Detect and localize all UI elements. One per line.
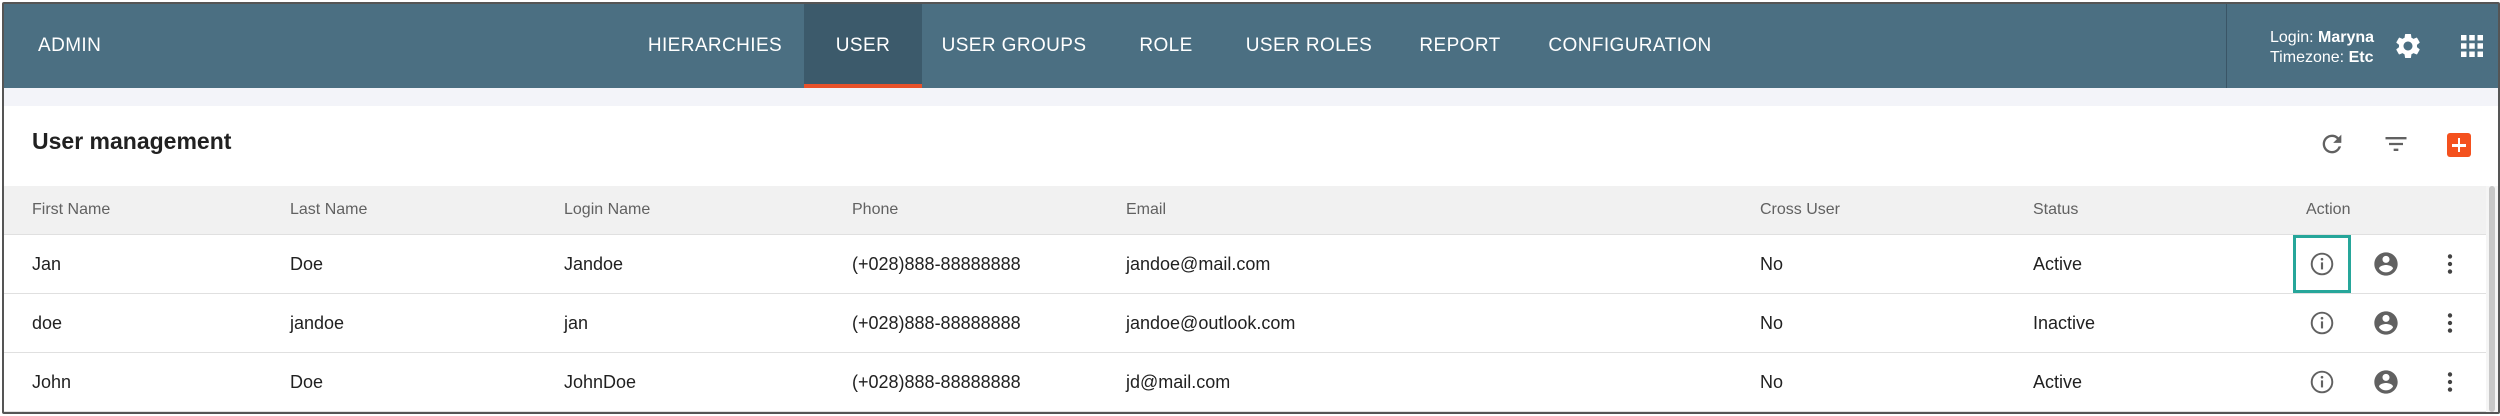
column-header-action: Action: [2306, 201, 2351, 218]
login-label: Login:: [2270, 29, 2314, 46]
page-title: User management: [32, 128, 232, 154]
nav-tab-hierarchies[interactable]: HIERARCHIES: [634, 4, 796, 88]
cell-status: Active: [2033, 372, 2083, 392]
nav-tab-configuration[interactable]: CONFIGURATION: [1544, 4, 1716, 88]
cell-status: Active: [2033, 254, 2083, 274]
filter-icon[interactable]: [2378, 126, 2414, 162]
cell-phone: (+028)888-88888888: [852, 372, 1021, 392]
column-header-cross-user[interactable]: Cross User: [1760, 186, 1840, 234]
brand-label: ADMIN: [38, 35, 102, 56]
more-vert-icon[interactable]: [2434, 307, 2466, 339]
table-scrollbar[interactable]: [2486, 186, 2498, 412]
cell-first-name: doe: [32, 313, 63, 333]
cell-login-name: Jandoe: [564, 254, 624, 274]
timezone-label: Timezone:: [2270, 49, 2345, 66]
table-header: First Name Last Name Login Name Phone Em…: [4, 186, 2486, 235]
table-row[interactable]: John Doe JohnDoe (+028)888-88888888 jd@m…: [4, 353, 2486, 412]
cell-cross-user: No: [1760, 254, 1784, 274]
apps-grid-icon[interactable]: [2458, 32, 2486, 60]
column-header-status[interactable]: Status: [2033, 186, 2078, 234]
account-icon[interactable]: [2370, 248, 2402, 280]
cell-last-name: jandoe: [290, 313, 345, 333]
timezone-value: Etc: [2348, 49, 2374, 66]
cell-email: jandoe@outlook.com: [1126, 313, 1296, 333]
cell-cross-user: No: [1760, 372, 1784, 392]
cell-login-name: jan: [564, 313, 589, 333]
cell-phone: (+028)888-88888888: [852, 313, 1021, 333]
info-icon[interactable]: [2306, 366, 2338, 398]
nav-tab-user-groups[interactable]: USER GROUPS: [936, 4, 1092, 88]
table-row[interactable]: doe jandoe jan (+028)888-88888888 jandoe…: [4, 294, 2486, 353]
cell-first-name: John: [32, 372, 72, 392]
more-vert-icon[interactable]: [2434, 366, 2466, 398]
more-vert-icon[interactable]: [2434, 248, 2466, 280]
column-header-first-name[interactable]: First Name: [32, 186, 110, 234]
account-icon[interactable]: [2370, 307, 2402, 339]
info-icon[interactable]: [2306, 248, 2338, 280]
add-icon[interactable]: [2447, 133, 2471, 157]
nav-tab-role[interactable]: ROLE: [1126, 4, 1206, 88]
cell-phone: (+028)888-88888888: [852, 254, 1021, 274]
refresh-icon[interactable]: [2314, 126, 2350, 162]
scrollbar-thumb[interactable]: [2489, 186, 2495, 412]
cell-login-name: JohnDoe: [564, 372, 637, 392]
cell-cross-user: No: [1760, 313, 1784, 333]
nav-tab-user[interactable]: USER: [804, 4, 922, 88]
app-window: ADMIN HIERARCHIES USER USER GROUPS ROLE …: [2, 2, 2500, 414]
cell-last-name: Doe: [290, 254, 324, 274]
cell-first-name: Jan: [32, 254, 62, 274]
column-header-phone[interactable]: Phone: [852, 186, 898, 234]
column-header-login-name[interactable]: Login Name: [564, 186, 650, 234]
nav-tab-report[interactable]: REPORT: [1414, 4, 1506, 88]
cell-status: Inactive: [2033, 313, 2096, 333]
cell-email: jd@mail.com: [1126, 372, 1231, 392]
info-icon[interactable]: [2306, 307, 2338, 339]
subheader-strip: [4, 88, 2498, 106]
nav-tab-user-roles[interactable]: USER ROLES: [1238, 4, 1380, 88]
login-info: Login: Maryna Timezone: Etc: [2270, 28, 2374, 68]
account-icon[interactable]: [2370, 366, 2402, 398]
table-row[interactable]: Jan Doe Jandoe (+028)888-88888888 jandoe…: [4, 235, 2486, 294]
column-header-last-name[interactable]: Last Name: [290, 186, 367, 234]
cell-email: jandoe@mail.com: [1126, 254, 1271, 274]
column-header-email[interactable]: Email: [1126, 186, 1166, 234]
cell-last-name: Doe: [290, 372, 324, 392]
top-navigation-bar: ADMIN HIERARCHIES USER USER GROUPS ROLE …: [4, 4, 2498, 88]
login-value: Maryna: [2318, 29, 2375, 46]
topbar-divider: [2226, 4, 2227, 88]
gear-icon[interactable]: [2392, 30, 2424, 62]
